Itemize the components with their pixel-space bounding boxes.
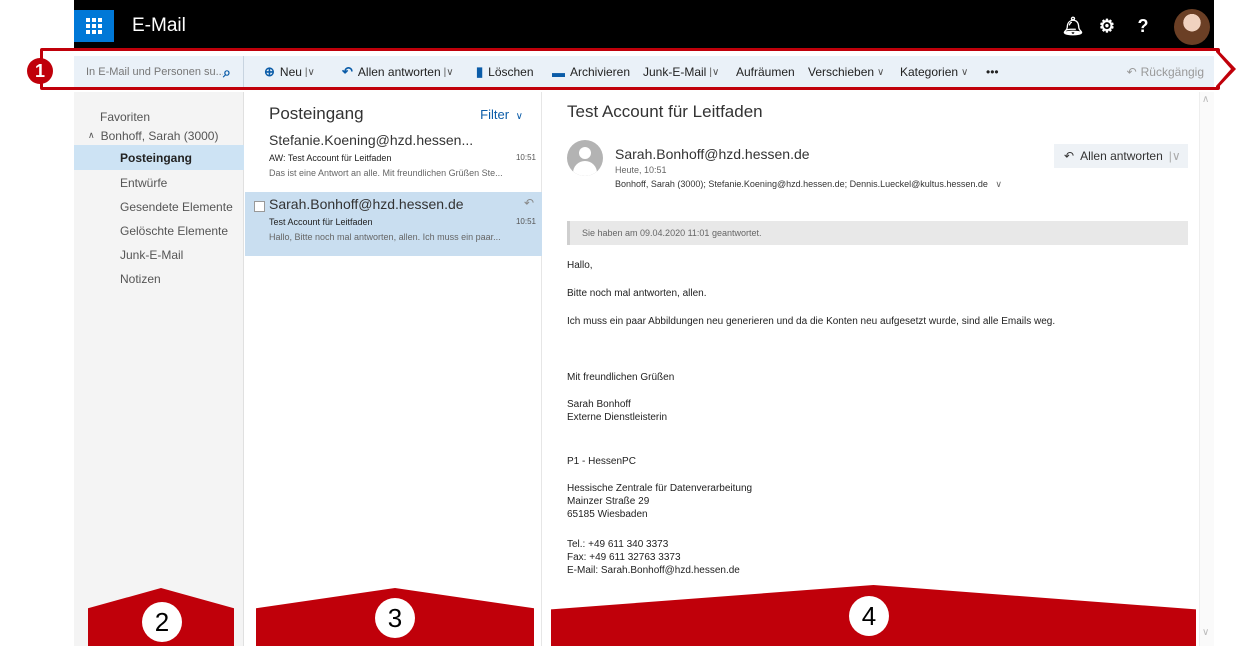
signature-city: 65185 Wiesbaden bbox=[567, 509, 648, 520]
body-line: Ich muss ein paar Abbildungen neu generi… bbox=[567, 316, 1056, 327]
reading-recipients: Bonhoff, Sarah (3000); Stefanie.Koening@… bbox=[615, 179, 1002, 190]
replied-icon: ↶ bbox=[523, 196, 534, 210]
chevron-up-icon: ∧ bbox=[88, 130, 95, 140]
recipients-label: Bonhoff, Sarah (3000); Stefanie.Koening@… bbox=[615, 179, 988, 189]
sender-avatar-icon bbox=[567, 140, 603, 176]
filter-button[interactable]: Filter ∨ bbox=[480, 107, 523, 122]
signature-email: E-Mail: Sarah.Bonhoff@hzd.hessen.de bbox=[567, 565, 740, 576]
chevron-down-icon: ∨ bbox=[515, 111, 523, 122]
signature-dept: P1 - HessenPC bbox=[567, 456, 636, 467]
reply-all-label: Allen antworten bbox=[1080, 149, 1163, 163]
folder-pane: Favoriten ∧ Bonhoff, Sarah (3000) Postei… bbox=[74, 92, 244, 646]
signature-role: Externe Dienstleisterin bbox=[567, 412, 668, 423]
annotation-arrow-inner bbox=[1216, 52, 1231, 86]
list-title: Posteingang bbox=[269, 104, 364, 123]
folder-item-junk[interactable]: Junk-E-Mail bbox=[74, 242, 244, 267]
folder-item-drafts[interactable]: Entwürfe bbox=[74, 170, 244, 195]
expand-recipients-icon[interactable]: ∨ bbox=[995, 179, 1002, 189]
folder-item-deleted[interactable]: Gelöschte Elemente bbox=[74, 218, 244, 243]
account-label: Bonhoff, Sarah (3000) bbox=[100, 128, 219, 143]
scrollbar[interactable]: ∧ ∨ bbox=[1199, 92, 1214, 646]
message-list: Posteingang Filter ∨ Stefanie.Koening@hz… bbox=[245, 92, 542, 646]
reading-subject: Test Account für Leitfaden bbox=[567, 102, 763, 121]
annotation-badge-3: 3 bbox=[375, 598, 415, 638]
reply-notice: Sie haben am 09.04.2020 11:01 geantworte… bbox=[567, 221, 1188, 245]
message-preview: Hallo, Bitte noch mal antworten, allen. … bbox=[269, 232, 501, 242]
message-sender: Sarah.Bonhoff@hzd.hessen.de bbox=[269, 196, 464, 212]
message-preview: Das ist eine Antwort an alle. Mit freund… bbox=[269, 168, 503, 178]
reply-all-button[interactable]: ↶ Allen antworten |∨ bbox=[1054, 144, 1188, 168]
signature-org: Hessische Zentrale für Datenverarbeitung bbox=[567, 483, 753, 494]
annotation-outline bbox=[40, 48, 1220, 90]
message-sender: Stefanie.Koening@hzd.hessen... bbox=[269, 132, 474, 148]
reading-pane: Test Account für Leitfaden Sarah.Bonhoff… bbox=[543, 92, 1198, 646]
app-title: E-Mail bbox=[132, 15, 186, 36]
body-line: Bitte noch mal antworten, allen. bbox=[567, 288, 707, 299]
signature-fax: Fax: +49 611 32763 3373 bbox=[567, 552, 681, 563]
folder-item-inbox[interactable]: Posteingang bbox=[74, 145, 244, 170]
signature-tel: Tel.: +49 611 340 3373 bbox=[567, 539, 669, 550]
message-subject: Test Account für Leitfaden bbox=[269, 217, 373, 227]
top-bar: E-Mail 🔔︎ ⚙︎ ? bbox=[74, 0, 1214, 50]
signature-name: Sarah Bonhoff bbox=[567, 399, 631, 410]
reading-from[interactable]: Sarah.Bonhoff@hzd.hessen.de bbox=[615, 146, 810, 162]
message-subject: AW: Test Account für Leitfaden bbox=[269, 153, 392, 163]
message-time: 10:51 bbox=[515, 153, 536, 162]
reply-all-icon: ↶ bbox=[1064, 149, 1075, 163]
message-time: 10:51 bbox=[515, 217, 536, 226]
message-checkbox[interactable] bbox=[254, 201, 265, 212]
folder-item-sent[interactable]: Gesendete Elemente bbox=[74, 194, 244, 219]
waffle-icon[interactable] bbox=[74, 10, 114, 42]
annotation-badge-2: 2 bbox=[142, 602, 182, 642]
annotation-badge-4: 4 bbox=[849, 596, 889, 636]
folder-item-notes[interactable]: Notizen bbox=[74, 266, 244, 291]
reading-date: Heute, 10:51 bbox=[615, 165, 667, 175]
message-item[interactable]: Stefanie.Koening@hzd.hessen... AW: Test … bbox=[245, 128, 542, 192]
annotation-badge-1: 1 bbox=[27, 58, 53, 84]
body-closing: Mit freundlichen Grüßen bbox=[567, 372, 675, 383]
scroll-down-icon[interactable]: ∨ bbox=[1202, 627, 1209, 638]
signature-street: Mainzer Straße 29 bbox=[567, 496, 650, 507]
gear-icon[interactable]: ⚙︎ bbox=[1092, 10, 1122, 42]
body-greeting: Hallo, bbox=[567, 260, 593, 271]
bell-icon[interactable]: 🔔︎ bbox=[1058, 10, 1088, 42]
chevron-down-icon[interactable]: |∨ bbox=[1169, 149, 1181, 163]
filter-label: Filter bbox=[480, 107, 510, 122]
scroll-up-icon[interactable]: ∧ bbox=[1202, 94, 1209, 105]
avatar[interactable] bbox=[1174, 9, 1210, 45]
help-icon[interactable]: ? bbox=[1128, 10, 1158, 42]
message-item[interactable]: Sarah.Bonhoff@hzd.hessen.de ↶ Test Accou… bbox=[245, 192, 542, 256]
